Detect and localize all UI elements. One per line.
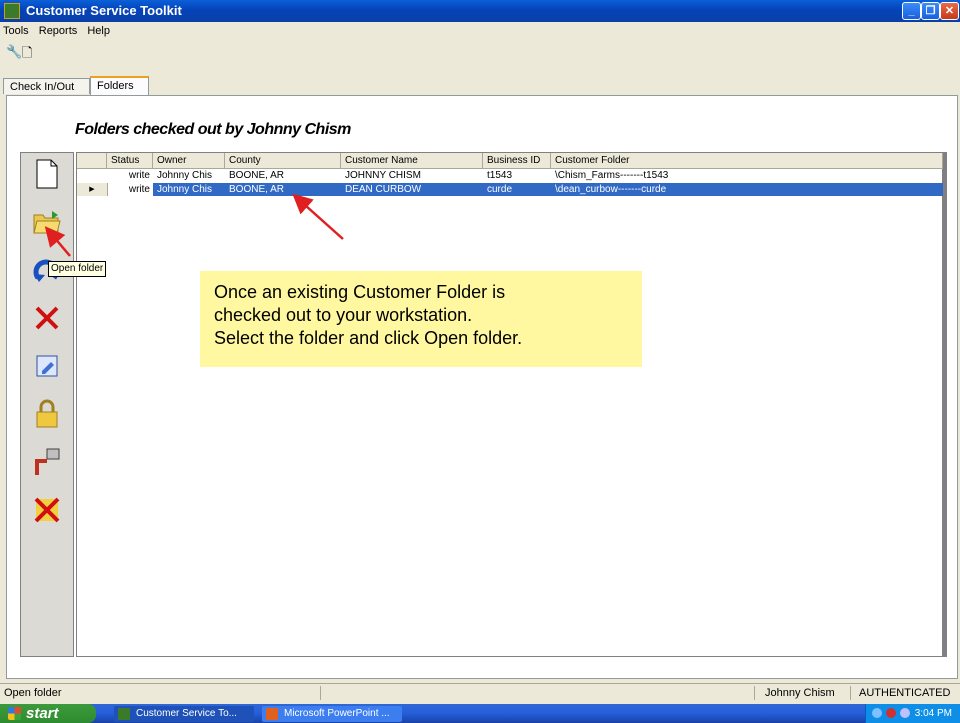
status-empty bbox=[320, 686, 754, 700]
status-auth: AUTHENTICATED bbox=[850, 686, 958, 700]
task-customer-service[interactable]: Customer Service To... bbox=[114, 706, 254, 722]
powerpoint-icon bbox=[266, 708, 278, 720]
callout-line-3: Select the folder and click Open folder. bbox=[214, 328, 523, 348]
security-icon[interactable] bbox=[886, 708, 896, 718]
clock: 3:04 PM bbox=[914, 708, 952, 719]
open-folder-tooltip: Open folder bbox=[48, 261, 107, 277]
status-bar: Open folder Johnny Chism AUTHENTICATED bbox=[0, 683, 960, 702]
volume-icon[interactable] bbox=[900, 708, 910, 718]
status-user: Johnny Chism bbox=[754, 686, 850, 700]
task-powerpoint[interactable]: Microsoft PowerPoint ... bbox=[262, 706, 402, 722]
status-message: Open folder bbox=[4, 687, 62, 699]
arrow-to-open-folder bbox=[44, 226, 71, 257]
app-task-icon bbox=[118, 708, 130, 720]
taskbar: start Customer Service To... Microsoft P… bbox=[0, 704, 960, 723]
network-icon[interactable] bbox=[872, 708, 882, 718]
start-button[interactable]: start bbox=[0, 704, 96, 723]
callout-line-1: Once an existing Customer Folder is bbox=[214, 282, 506, 302]
system-tray: 3:04 PM bbox=[865, 704, 960, 723]
instruction-callout: Once an existing Customer Folder is chec… bbox=[200, 271, 642, 367]
windows-flag-icon bbox=[8, 707, 21, 720]
arrow-to-row bbox=[292, 193, 344, 240]
callout-line-2: checked out to your workstation. bbox=[214, 305, 473, 325]
